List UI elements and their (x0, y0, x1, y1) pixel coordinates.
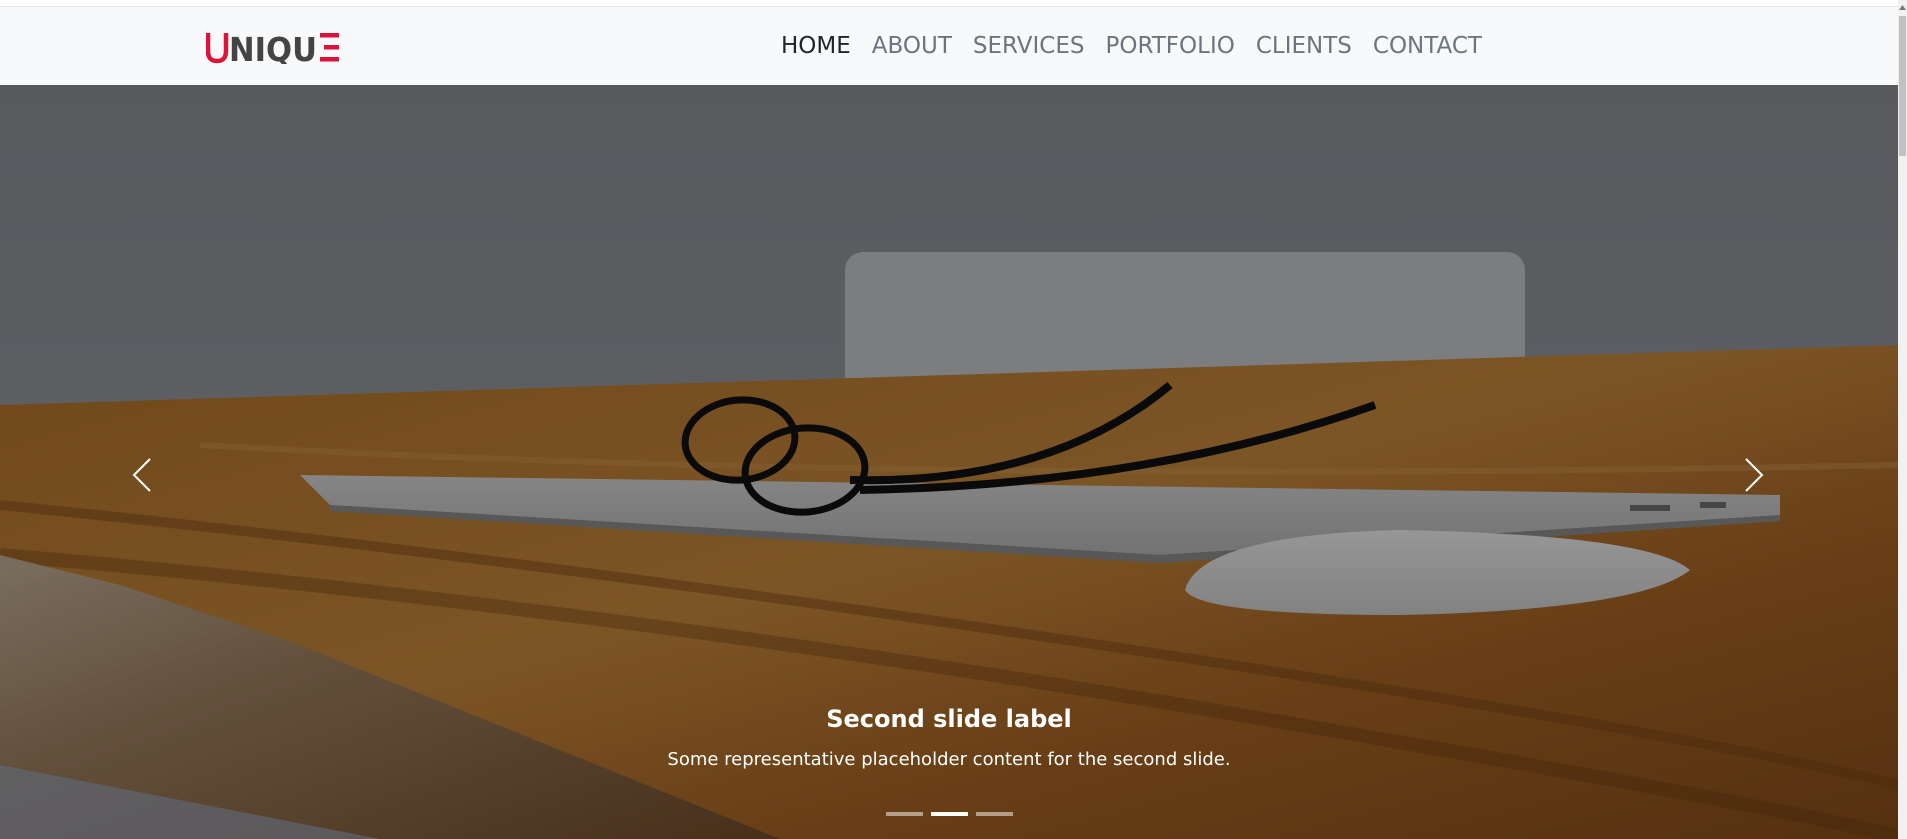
nav-item-home[interactable]: HOME (781, 33, 851, 59)
chevron-left-icon (132, 458, 151, 492)
nav-item-contact[interactable]: CONTACT (1373, 33, 1482, 59)
carousel-indicators (0, 812, 1898, 816)
page-scrollbar[interactable] (1898, 0, 1907, 839)
logo-icon: NIQU (206, 30, 339, 64)
scroll-thumb[interactable] (1899, 16, 1906, 156)
brand-logo[interactable]: NIQU (206, 27, 341, 67)
nav-item-about[interactable]: ABOUT (872, 33, 952, 59)
page: NIQU HOME ABOUT SERVICES PORTFOLIO CLIEN… (0, 0, 1907, 839)
hero-carousel: Second slide label Some representative p… (0, 85, 1898, 839)
carousel-caption: Second slide label Some representative p… (0, 705, 1898, 770)
top-strip (0, 0, 1898, 7)
carousel-indicator-3[interactable] (975, 812, 1013, 816)
scroll-up-icon[interactable] (1899, 3, 1906, 11)
navbar: NIQU HOME ABOUT SERVICES PORTFOLIO CLIEN… (0, 7, 1898, 85)
carousel-indicator-2[interactable] (930, 812, 968, 816)
carousel-indicator-1[interactable] (885, 812, 923, 816)
carousel-next-button[interactable] (1724, 445, 1784, 505)
caption-text: Some representative placeholder content … (667, 749, 1231, 770)
chevron-right-icon (1745, 458, 1764, 492)
nav-item-services[interactable]: SERVICES (973, 33, 1085, 59)
carousel-prev-button[interactable] (112, 445, 172, 505)
nav-item-portfolio[interactable]: PORTFOLIO (1105, 33, 1234, 59)
caption-title: Second slide label (826, 705, 1072, 733)
nav-links: HOME ABOUT SERVICES PORTFOLIO CLIENTS CO… (781, 7, 1503, 85)
svg-text:NIQU: NIQU (229, 30, 317, 64)
nav-item-clients[interactable]: CLIENTS (1256, 33, 1352, 59)
